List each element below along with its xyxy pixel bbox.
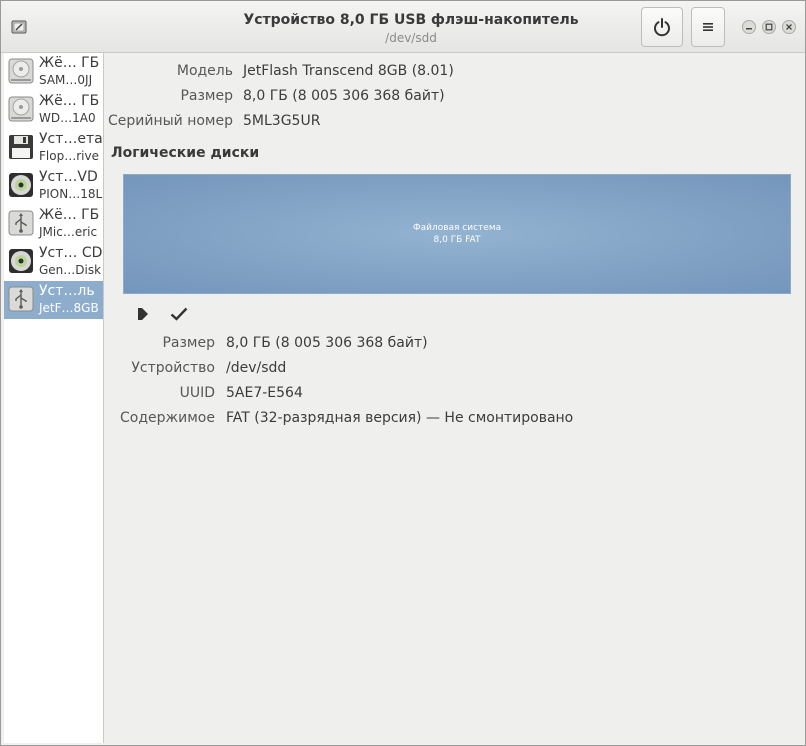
drive-model: SAM…0JJ [39,73,93,87]
window-title: Устройство 8,0 ГБ USB флэш-накопитель [243,12,579,28]
hard-disk-icon [8,96,34,122]
check-filesystem-button[interactable] [169,305,189,323]
model-label-wrap: Модель [105,61,233,81]
usb-drive-icon [8,286,34,312]
drive-item[interactable]: Жё… ГБ SAM…0JJ [4,53,103,91]
drive-model: Gen…Disk [39,263,102,277]
serial-label: Серийный номер [107,113,233,129]
serial-value: 5ML3G5UR [243,113,321,129]
window-subtitle: /dev/sdd [385,31,437,45]
drive-item-selected[interactable]: Уст…ль JetF…8GB [4,281,103,319]
hamburger-icon [703,23,713,31]
volumes-heading: Логические диски [111,145,260,161]
close-button[interactable] [782,20,796,34]
drive-model: JetF…8GB [39,301,99,315]
drive-item[interactable]: Жё… ГБ WD…1A0 [4,91,103,129]
checkmark-icon [170,307,188,321]
model-label: Модель [176,63,233,79]
optical-disc-icon [9,249,33,273]
drive-details: Модель JetFlash Transcend 8GB (8.01) Раз… [105,53,805,743]
partition-contents-label: Содержимое [120,410,215,426]
partition-size-value: 8,0 ГБ (8 005 306 368 байт) [226,335,428,351]
drive-model: WD…1A0 [39,111,96,125]
part-device-label-wrap: Устройство [105,358,215,378]
drive-name: Жё… ГБ [39,207,100,223]
title-block: Устройство 8,0 ГБ USB флэш-накопитель /d… [181,10,641,46]
partition-device-label: Устройство [131,360,215,376]
drive-item[interactable]: Уст… CD Gen…Disk [4,243,103,281]
drive-item[interactable]: Уст…ета Flop…rive [4,129,103,167]
part-size-label-wrap: Размер [105,333,215,353]
drive-name: Жё… ГБ [39,55,100,71]
usb-drive-icon [8,210,34,236]
drive-name: Жё… ГБ [39,93,100,109]
model-value: JetFlash Transcend 8GB (8.01) [243,63,454,79]
drive-list: Жё… ГБ SAM…0JJ Жё… ГБ WD…1A0 Уст…ета Flo… [4,53,104,743]
serial-label-wrap: Серийный номер [105,111,233,131]
hard-disk-icon [8,58,34,84]
minimize-button[interactable] [742,20,756,34]
drive-model: JMic…eric [39,225,98,239]
play-icon [138,308,148,320]
maximize-button[interactable] [762,20,776,34]
floppy-icon [9,135,33,159]
partition-contents-value: FAT (32-разрядная версия) — Не смонтиров… [226,410,574,426]
close-icon [786,24,792,30]
partition-block[interactable]: Файловая система 8,0 ГБ FAT [123,174,791,294]
power-off-button[interactable] [641,7,683,47]
part-uuid-label-wrap: UUID [105,383,215,403]
drive-model: Flop…rive [39,149,99,163]
size-label: Размер [180,88,233,104]
drive-item[interactable]: Уст…VD PION…18L [4,167,103,205]
partition-name: Файловая система [412,223,502,233]
partition-device-value: /dev/sdd [226,360,287,376]
partition-uuid-value: 5AE7-E564 [226,385,303,401]
disks-app-icon [11,19,27,35]
mount-button[interactable] [133,305,153,323]
partition-info: 8,0 ГБ FAT [433,235,481,245]
drive-name: Уст… CD [39,245,103,261]
drive-name: Уст…ета [39,131,103,147]
drive-item[interactable]: Жё… ГБ JMic…eric [4,205,103,243]
partition-uuid-label: UUID [179,385,215,401]
optical-disc-icon [9,173,33,197]
drive-name: Уст…VD [39,169,98,185]
power-icon [654,18,670,37]
drive-name: Уст…ль [39,283,95,299]
menu-button[interactable] [691,7,725,47]
header-bar: Устройство 8,0 ГБ USB флэш-накопитель /d… [1,1,805,53]
disks-window: Устройство 8,0 ГБ USB флэш-накопитель /d… [0,0,806,746]
maximize-icon [765,23,773,31]
minimize-icon [746,28,752,30]
part-contents-label-wrap: Содержимое [105,408,215,428]
partition-size-label: Размер [162,335,215,351]
size-label-wrap: Размер [105,86,233,106]
drive-model: PION…18L [39,187,103,201]
size-value: 8,0 ГБ (8 005 306 368 байт) [243,88,445,104]
